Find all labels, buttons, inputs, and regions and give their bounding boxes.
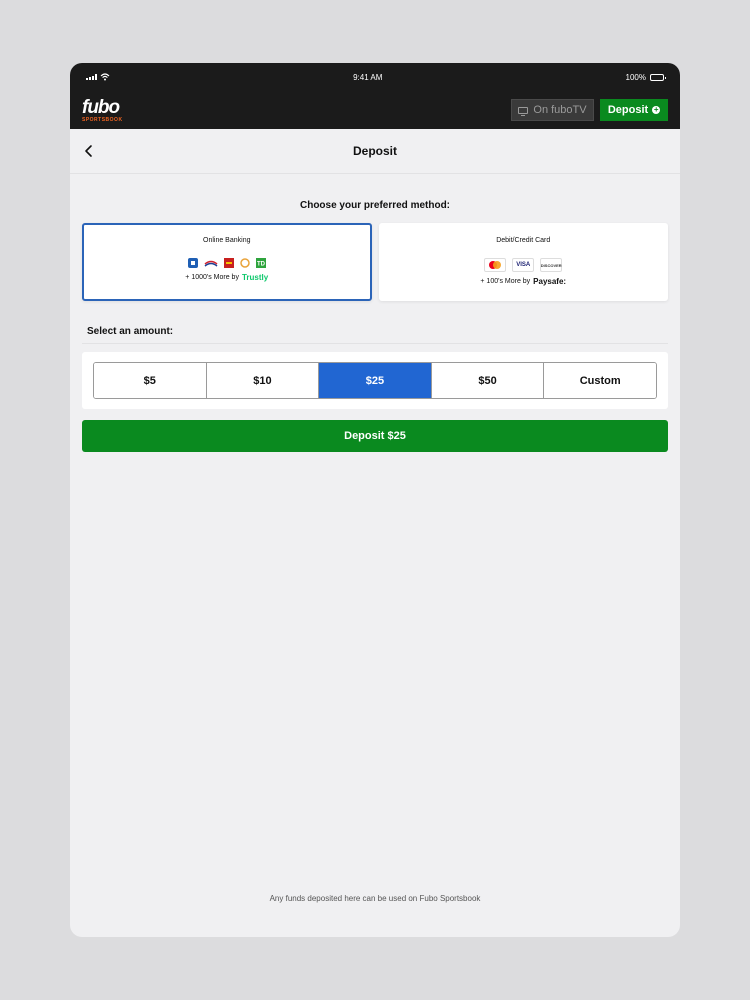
- online-banking-more-text: + 1000's More by: [185, 274, 239, 281]
- on-fubotv-label: On fuboTV: [533, 104, 587, 116]
- app-header: fubo SPORTSBOOK On fuboTV Deposit +: [70, 91, 680, 129]
- visa-icon: VISA: [512, 258, 535, 272]
- header-deposit-label: Deposit: [607, 104, 649, 116]
- header-actions: On fuboTV Deposit +: [511, 99, 668, 121]
- header-deposit-button[interactable]: Deposit +: [600, 99, 668, 121]
- plus-icon: +: [652, 105, 661, 114]
- device-screen: 9:41 AM 100% fubo SPORTSBOOK On fuboTV D…: [70, 63, 680, 937]
- fubo-logo[interactable]: fubo SPORTSBOOK: [82, 98, 123, 123]
- amount-option-custom[interactable]: Custom: [544, 363, 656, 398]
- trustly-logo: Trustly: [241, 273, 269, 282]
- battery-icon: [649, 73, 666, 81]
- amount-panel: $5 $10 $25 $50 Custom: [82, 352, 668, 409]
- deposit-submit-button[interactable]: Deposit $25: [82, 420, 668, 452]
- amount-segmented-control: $5 $10 $25 $50 Custom: [93, 362, 657, 399]
- back-chevron-icon[interactable]: [82, 144, 96, 158]
- method-heading: Choose your preferred method:: [299, 200, 451, 211]
- card-method-title: Debit/Credit Card: [496, 237, 551, 244]
- status-left: [86, 73, 110, 81]
- logo-subtitle: SPORTSBOOK: [82, 116, 123, 123]
- amount-option-50[interactable]: $50: [431, 363, 545, 398]
- status-right: 100%: [625, 72, 666, 82]
- amount-label: Select an amount:: [87, 326, 174, 337]
- paysafe-logo: Paysafe:: [533, 277, 567, 286]
- nav-bar: Deposit: [70, 129, 680, 174]
- page-title: Deposit: [352, 144, 397, 158]
- mastercard-icon: [484, 258, 507, 272]
- footer-note: Any funds deposited here can be used on …: [269, 894, 481, 903]
- payment-methods: Online Banking TD + 1000's More by Trust…: [70, 223, 680, 301]
- discover-icon: DISCOVER: [540, 258, 563, 272]
- wifi-icon: [100, 73, 110, 81]
- card-logos: VISA DISCOVER: [484, 258, 563, 272]
- bank-logos: TD: [187, 258, 266, 268]
- amount-option-25[interactable]: $25: [319, 363, 432, 398]
- logo-wordmark: fubo: [82, 96, 120, 118]
- card-more: + 100's More by Paysafe:: [480, 277, 566, 286]
- svg-text:TD: TD: [257, 262, 266, 268]
- citizens-bank-icon: [240, 258, 250, 268]
- signal-icon: [86, 74, 97, 80]
- method-online-banking[interactable]: Online Banking TD + 1000's More by Trust…: [82, 223, 372, 301]
- card-more-text: + 100's More by: [480, 278, 531, 285]
- bank-of-america-icon: [204, 260, 218, 267]
- method-debit-credit-card[interactable]: Debit/Credit Card VISA DISCOVER + 100's …: [378, 223, 668, 301]
- battery-percent: 100%: [625, 72, 646, 82]
- status-bar: 9:41 AM 100%: [70, 63, 680, 91]
- amount-divider: [82, 343, 668, 344]
- amount-option-5[interactable]: $5: [94, 363, 207, 398]
- on-fubotv-button[interactable]: On fuboTV: [511, 99, 594, 121]
- tv-icon: [518, 106, 529, 116]
- online-banking-title: Online Banking: [203, 237, 251, 244]
- status-time: 9:41 AM: [353, 72, 383, 82]
- chase-bank-icon: [187, 258, 198, 268]
- online-banking-more: + 1000's More by Trustly: [185, 273, 268, 282]
- amount-option-10[interactable]: $10: [206, 363, 320, 398]
- wells-fargo-icon: [223, 258, 234, 268]
- td-bank-icon: TD: [255, 258, 266, 268]
